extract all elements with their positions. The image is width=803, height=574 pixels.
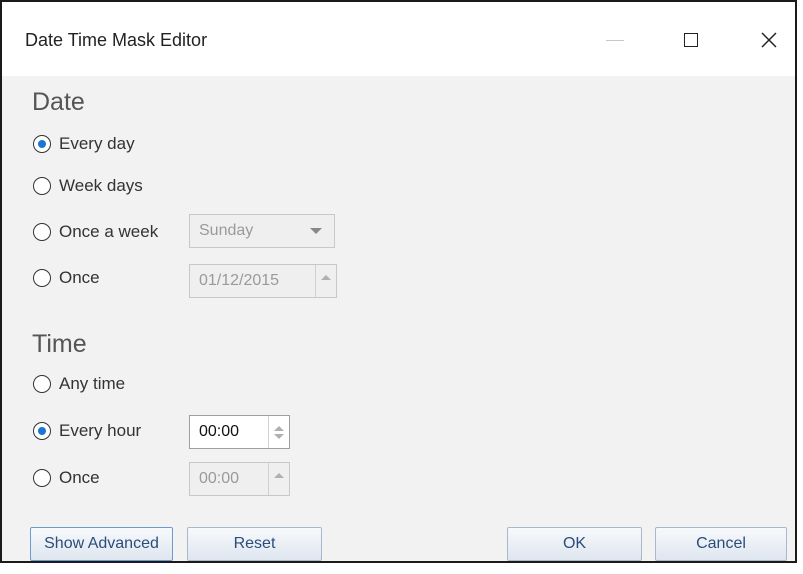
radio-any-time[interactable]: Any time: [33, 372, 125, 396]
maximize-button[interactable]: [668, 18, 714, 62]
radio-once-a-week[interactable]: Once a week: [33, 220, 158, 244]
show-advanced-button[interactable]: Show Advanced: [30, 527, 173, 561]
spinner-up-icon: [274, 425, 284, 431]
close-button[interactable]: [746, 18, 792, 62]
radio-label: Once: [59, 268, 100, 287]
radio-once-date[interactable]: Once: [33, 266, 100, 290]
ok-button[interactable]: OK: [507, 527, 642, 561]
weekday-select-value: Sunday: [199, 222, 254, 239]
radio-button[interactable]: [33, 422, 51, 440]
minimize-icon: [606, 39, 624, 41]
radio-label: Every day: [59, 134, 135, 153]
time-spinner[interactable]: [268, 463, 289, 495]
window-title: Date Time Mask Editor: [25, 30, 208, 50]
time-heading: Time: [32, 330, 87, 358]
radio-every-day[interactable]: Every day: [33, 132, 135, 156]
radio-button[interactable]: [33, 177, 51, 195]
spinner-up-icon: [321, 274, 331, 280]
title-bar: Date Time Mask Editor: [2, 2, 795, 76]
once-date-field[interactable]: 01/12/2015: [189, 264, 337, 298]
radio-week-days[interactable]: Week days: [33, 174, 143, 198]
reset-button[interactable]: Reset: [187, 527, 322, 561]
spinner-up-icon: [274, 472, 284, 478]
radio-button[interactable]: [33, 223, 51, 241]
radio-button[interactable]: [33, 135, 51, 153]
weekday-select[interactable]: Sunday: [189, 214, 335, 248]
once-date-value: 01/12/2015: [199, 272, 280, 289]
radio-button[interactable]: [33, 375, 51, 393]
cancel-button[interactable]: Cancel: [655, 527, 787, 561]
date-heading: Date: [32, 88, 85, 116]
date-time-mask-editor-window: Date Time Mask Editor Date Every day Wee…: [0, 0, 797, 563]
radio-label: Every hour: [59, 421, 142, 440]
radio-button[interactable]: [33, 269, 51, 287]
once-time-field[interactable]: 00:00: [189, 462, 290, 496]
every-hour-time-field[interactable]: 00:00: [189, 415, 290, 449]
radio-label: Week days: [59, 176, 143, 195]
once-time-value: 00:00: [199, 470, 240, 487]
radio-every-hour[interactable]: Every hour: [33, 419, 141, 443]
spinner-down-icon: [274, 433, 284, 439]
chevron-down-icon: [310, 228, 322, 234]
radio-once-time[interactable]: Once: [33, 466, 100, 490]
every-hour-time-value: 00:00: [199, 423, 240, 440]
time-spinner[interactable]: [268, 416, 289, 448]
radio-label: Once a week: [59, 222, 159, 241]
radio-button[interactable]: [33, 469, 51, 487]
spinner-down-icon: [321, 283, 331, 288]
radio-label: Any time: [59, 374, 126, 393]
close-icon: [761, 32, 777, 48]
radio-label: Once: [59, 468, 100, 487]
date-spinner[interactable]: [315, 265, 336, 297]
minimize-button: [592, 18, 638, 62]
maximize-icon: [684, 33, 698, 47]
spinner-down-icon: [274, 481, 284, 486]
